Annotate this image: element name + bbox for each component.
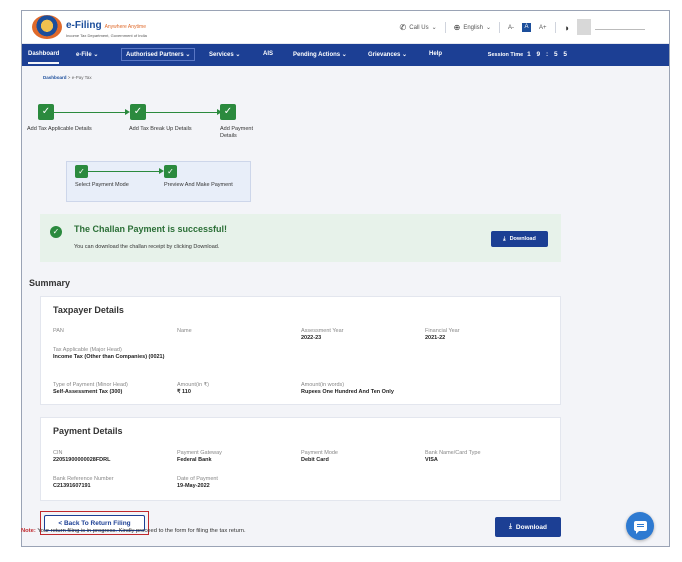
- payment-gateway-field: Payment Gateway Federal Bank: [177, 450, 222, 464]
- amount-field: Amount(in ₹) ₹ 110: [177, 382, 209, 396]
- payment-details-card: Payment Details CIN 22051900000028FDRL Pa…: [40, 417, 561, 501]
- logo-subtitle: Income Tax Department, Government of Ind…: [66, 33, 147, 38]
- cin-field: CIN 22051900000028FDRL: [53, 450, 111, 464]
- amount-words-field: Amount(in words) Rupees One Hundred And T…: [301, 382, 394, 396]
- app-window: e-Filing Anywhere Anytime Income Tax Depa…: [21, 10, 670, 547]
- font-decrease-button[interactable]: A-: [508, 25, 514, 31]
- substep-2-label: Preview And Make Payment: [164, 182, 233, 188]
- payment-date-field: Date of Payment 19-May-2022: [177, 476, 218, 490]
- name-field: Name: [177, 328, 192, 334]
- minor-head-field: Type of Payment (Minor Head) Self-Assessm…: [53, 382, 128, 396]
- bank-reference-field: Bank Reference Number C21391607191: [53, 476, 114, 490]
- step-1-check-icon: ✓: [38, 104, 54, 120]
- phone-icon: ✆: [399, 23, 407, 32]
- nav-dashboard[interactable]: Dashboard: [28, 51, 60, 64]
- font-normal-button[interactable]: A: [522, 23, 532, 32]
- success-title: The Challan Payment is successful!: [74, 224, 228, 234]
- contrast-icon[interactable]: ◑: [564, 23, 569, 33]
- step-2-label: Add Tax Break Up Details: [129, 126, 192, 132]
- call-us-button[interactable]: ✆ Call Us ⌄: [400, 23, 437, 32]
- summary-heading: Summary: [29, 278, 71, 288]
- language-selector[interactable]: ⊕ English ⌄: [454, 23, 491, 32]
- substep-2-check-icon: ✓: [164, 165, 177, 178]
- nav-grievances[interactable]: Grievances ⌄: [368, 51, 407, 58]
- font-increase-button[interactable]: A+: [539, 25, 547, 31]
- note-text: Note: Your return filing is in progress.…: [21, 528, 246, 534]
- breadcrumb-dashboard[interactable]: Dashboard: [43, 75, 67, 80]
- main-content: Dashboard > e-Pay Tax ✓ ✓ ✓ Add Tax Appl…: [22, 66, 669, 546]
- main-nav: Dashboard e-File ⌄ Authorised Partners ⌄…: [22, 44, 669, 66]
- download-icon: ⤓: [509, 523, 512, 530]
- emblem-icon: [32, 15, 62, 39]
- pan-field: PAN: [53, 328, 64, 334]
- nav-authorised-partners[interactable]: Authorised Partners ⌄: [121, 48, 196, 61]
- taxpayer-details-card: Taxpayer Details PAN Name Assessment Yea…: [40, 296, 561, 405]
- success-banner: ✓ The Challan Payment is successful! You…: [40, 214, 561, 262]
- check-circle-icon: ✓: [50, 226, 62, 238]
- nav-services[interactable]: Services ⌄: [209, 51, 240, 58]
- payment-substeps: ✓ ✓ Select Payment Mode Preview And Make…: [66, 161, 251, 202]
- substep-1-label: Select Payment Mode: [75, 182, 129, 188]
- logo-title: e-Filing: [66, 20, 102, 31]
- breadcrumb: Dashboard > e-Pay Tax: [43, 75, 92, 80]
- step-3-label: Add Payment Details: [220, 126, 254, 140]
- success-message: You can download the challan receipt by …: [74, 244, 220, 250]
- payment-details-title: Payment Details: [53, 426, 123, 436]
- taxpayer-details-title: Taxpayer Details: [53, 305, 124, 315]
- logo-tagline: Anywhere Anytime: [104, 24, 146, 30]
- utility-bar: ✆ Call Us ⌄ ⊕ English ⌄ A- A A+ ◑: [392, 22, 569, 33]
- bank-card-type-field: Bank Name/Card Type VISA: [425, 450, 481, 464]
- download-button[interactable]: ⤓ Download: [495, 517, 561, 537]
- globe-icon: ⊕: [453, 23, 461, 32]
- step-2-check-icon: ✓: [130, 104, 146, 120]
- chat-icon: [633, 521, 647, 534]
- step-3-check-icon: ✓: [220, 104, 236, 120]
- user-name-redacted: [595, 29, 645, 30]
- avatar[interactable]: [577, 19, 591, 35]
- download-receipt-button[interactable]: ⤓ Download: [491, 231, 548, 247]
- efiling-logo[interactable]: e-Filing Anywhere Anytime Income Tax Depa…: [32, 14, 148, 40]
- payment-mode-field: Payment Mode Debit Card: [301, 450, 338, 464]
- chat-button[interactable]: [626, 512, 654, 540]
- nav-efile[interactable]: e-File ⌄: [76, 51, 98, 58]
- nav-pending-actions[interactable]: Pending Actions ⌄: [293, 51, 347, 58]
- nav-ais[interactable]: AIS: [263, 51, 273, 57]
- assessment-year-field: Assessment Year 2022-23: [301, 328, 344, 342]
- major-head-field: Tax Applicable (Major Head) Income Tax (O…: [53, 347, 165, 361]
- download-icon: ⤓: [503, 235, 506, 242]
- substep-1-check-icon: ✓: [75, 165, 88, 178]
- financial-year-field: Financial Year 2021-22: [425, 328, 460, 342]
- nav-help[interactable]: Help: [429, 51, 442, 57]
- session-timer: Session Time 1 9 : 5 5: [487, 51, 569, 58]
- step-1-label: Add Tax Applicable Details: [27, 126, 92, 132]
- top-bar: e-Filing Anywhere Anytime Income Tax Depa…: [22, 11, 669, 44]
- breadcrumb-current: e-Pay Tax: [71, 75, 92, 80]
